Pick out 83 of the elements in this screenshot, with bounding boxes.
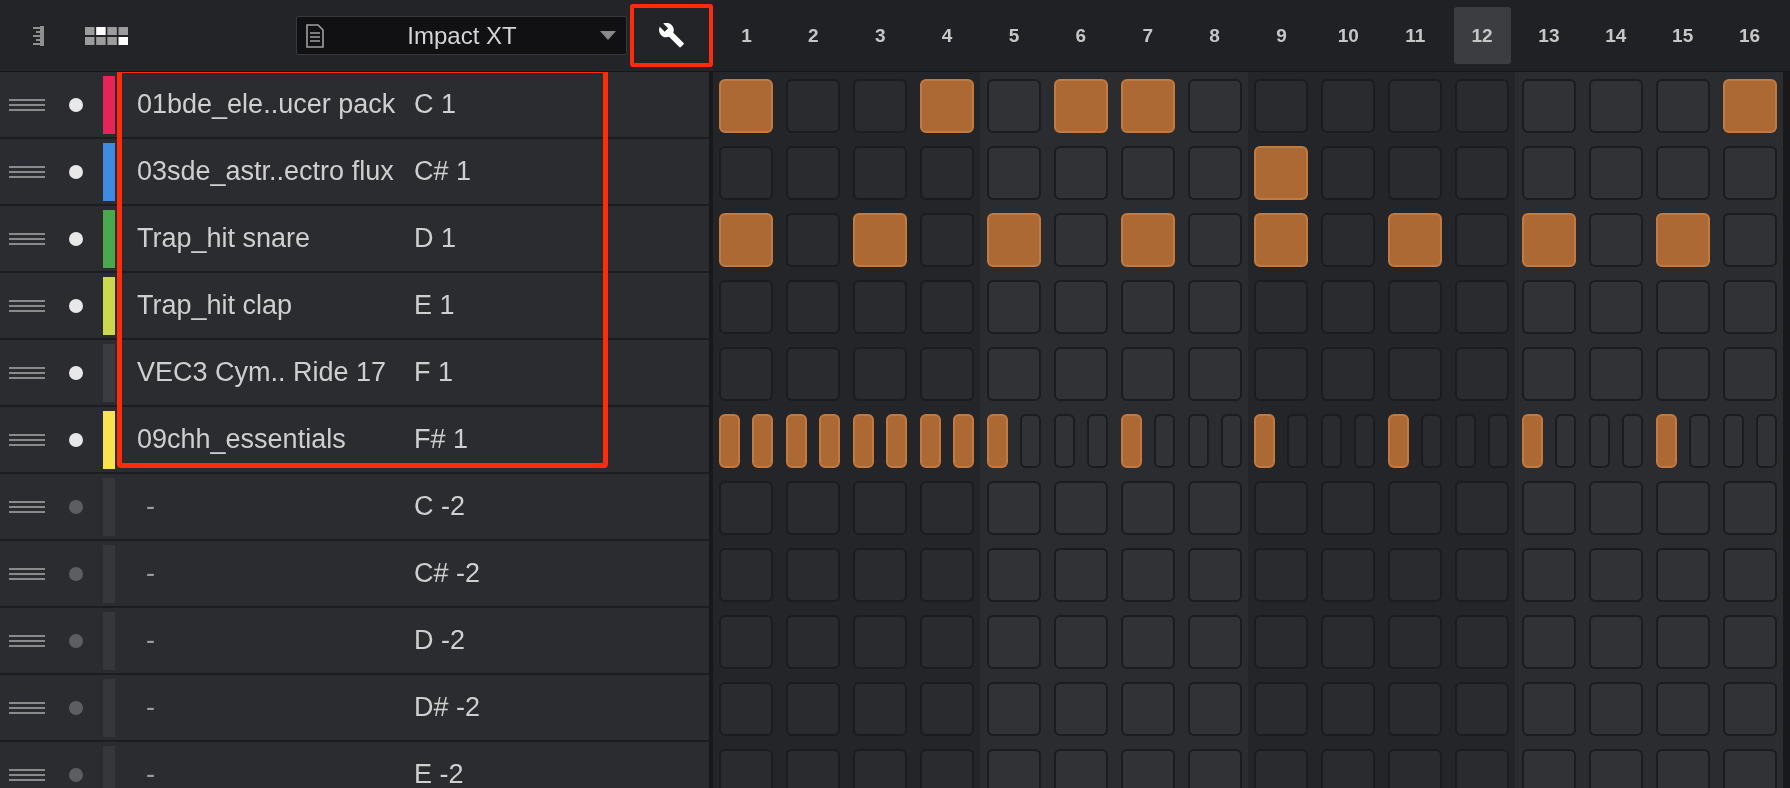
step-pad[interactable] (1722, 79, 1777, 133)
note-label: D# -2 (414, 692, 481, 723)
step-pad[interactable] (1521, 414, 1543, 468)
note-label: F 1 (414, 357, 453, 388)
pad-name: - (145, 625, 156, 656)
pad-name: 03sde_astr..ectro flux (137, 156, 395, 187)
drag-handle-icon[interactable] (9, 701, 45, 714)
step-pad[interactable] (853, 414, 875, 468)
drag-handle-icon[interactable] (9, 567, 45, 580)
step-pad[interactable] (719, 414, 741, 468)
step-number: 6 (1074, 23, 1088, 48)
step-number: 16 (1738, 23, 1762, 48)
step-pad[interactable] (1521, 213, 1576, 267)
step-pad[interactable] (953, 414, 975, 468)
note-label: E 1 (414, 290, 455, 321)
step-pad[interactable] (719, 213, 774, 267)
instrument-dropdown[interactable]: Impact XT (296, 16, 627, 55)
tools-button[interactable] (630, 4, 713, 67)
step-pad[interactable] (1120, 213, 1175, 267)
step-pad[interactable] (1053, 79, 1108, 133)
pad-name: - (145, 692, 156, 723)
pad-name: - (145, 558, 156, 589)
drag-handle-icon[interactable] (9, 299, 45, 312)
drag-handle-icon[interactable] (9, 165, 45, 178)
document-icon (306, 23, 324, 48)
step-pad[interactable] (1655, 414, 1677, 468)
step-pad[interactable] (986, 213, 1041, 267)
step-number: 14 (1604, 23, 1628, 48)
step-number: 3 (873, 23, 887, 48)
step-number: 11 (1404, 23, 1427, 48)
step-pad[interactable] (853, 213, 908, 267)
drag-handle-icon[interactable] (9, 500, 45, 513)
note-label: C -2 (414, 491, 465, 522)
pad-name: VEC3 Cym.. Ride 17 (137, 357, 388, 388)
drag-handle-icon[interactable] (9, 232, 45, 245)
step-number: 1 (740, 23, 753, 48)
step-pad[interactable] (1655, 213, 1710, 267)
step-number: 15 (1671, 23, 1695, 48)
drag-handle-icon[interactable] (9, 366, 45, 379)
drag-handle-icon[interactable] (9, 768, 45, 781)
note-label: D 1 (414, 223, 457, 254)
note-label: C# -2 (414, 558, 481, 589)
pad-name: Trap_hit clap (137, 290, 294, 321)
note-label: C 1 (414, 89, 457, 120)
pad-name: - (145, 759, 156, 788)
grid-icon[interactable] (85, 26, 128, 45)
step-pad[interactable] (1120, 79, 1175, 133)
drag-handle-icon[interactable] (9, 634, 45, 647)
drag-handle-icon[interactable] (9, 433, 45, 446)
pad-name: - (145, 491, 156, 522)
step-pad[interactable] (1254, 146, 1309, 200)
pad-name: Trap_hit snare (137, 223, 312, 254)
step-pad[interactable] (1254, 213, 1309, 267)
step-pad[interactable] (819, 414, 841, 468)
step-number: 5 (1007, 23, 1021, 48)
step-number: 12 (1453, 7, 1511, 64)
step-number: 10 (1336, 23, 1360, 48)
step-pad[interactable] (1120, 414, 1142, 468)
step-pad[interactable] (920, 414, 942, 468)
step-pad[interactable] (920, 79, 975, 133)
step-number: 4 (940, 23, 954, 48)
pad-name: 01bde_ele..ucer pack (137, 89, 397, 120)
step-number: 9 (1275, 23, 1288, 48)
step-pad[interactable] (752, 414, 774, 468)
step-number: 8 (1208, 23, 1221, 48)
step-pad[interactable] (786, 414, 808, 468)
note-label: D -2 (414, 625, 465, 656)
step-pad[interactable] (986, 414, 1008, 468)
step-pad[interactable] (886, 414, 908, 468)
step-pad[interactable] (1254, 414, 1276, 468)
step-number: 13 (1537, 23, 1561, 48)
step-number: 7 (1141, 23, 1154, 48)
step-pad[interactable] (719, 79, 774, 133)
note-label: C# 1 (414, 156, 472, 187)
step-pad[interactable] (1388, 213, 1443, 267)
note-label: E -2 (414, 759, 464, 788)
drag-handle-icon[interactable] (9, 98, 45, 111)
step-pad[interactable] (1388, 414, 1410, 468)
caret-icon (600, 31, 616, 40)
note-label: F# 1 (414, 424, 469, 455)
step-number: 2 (807, 23, 820, 48)
pad-name: 09chh_essentials (137, 424, 347, 455)
wrench-icon (659, 23, 684, 48)
